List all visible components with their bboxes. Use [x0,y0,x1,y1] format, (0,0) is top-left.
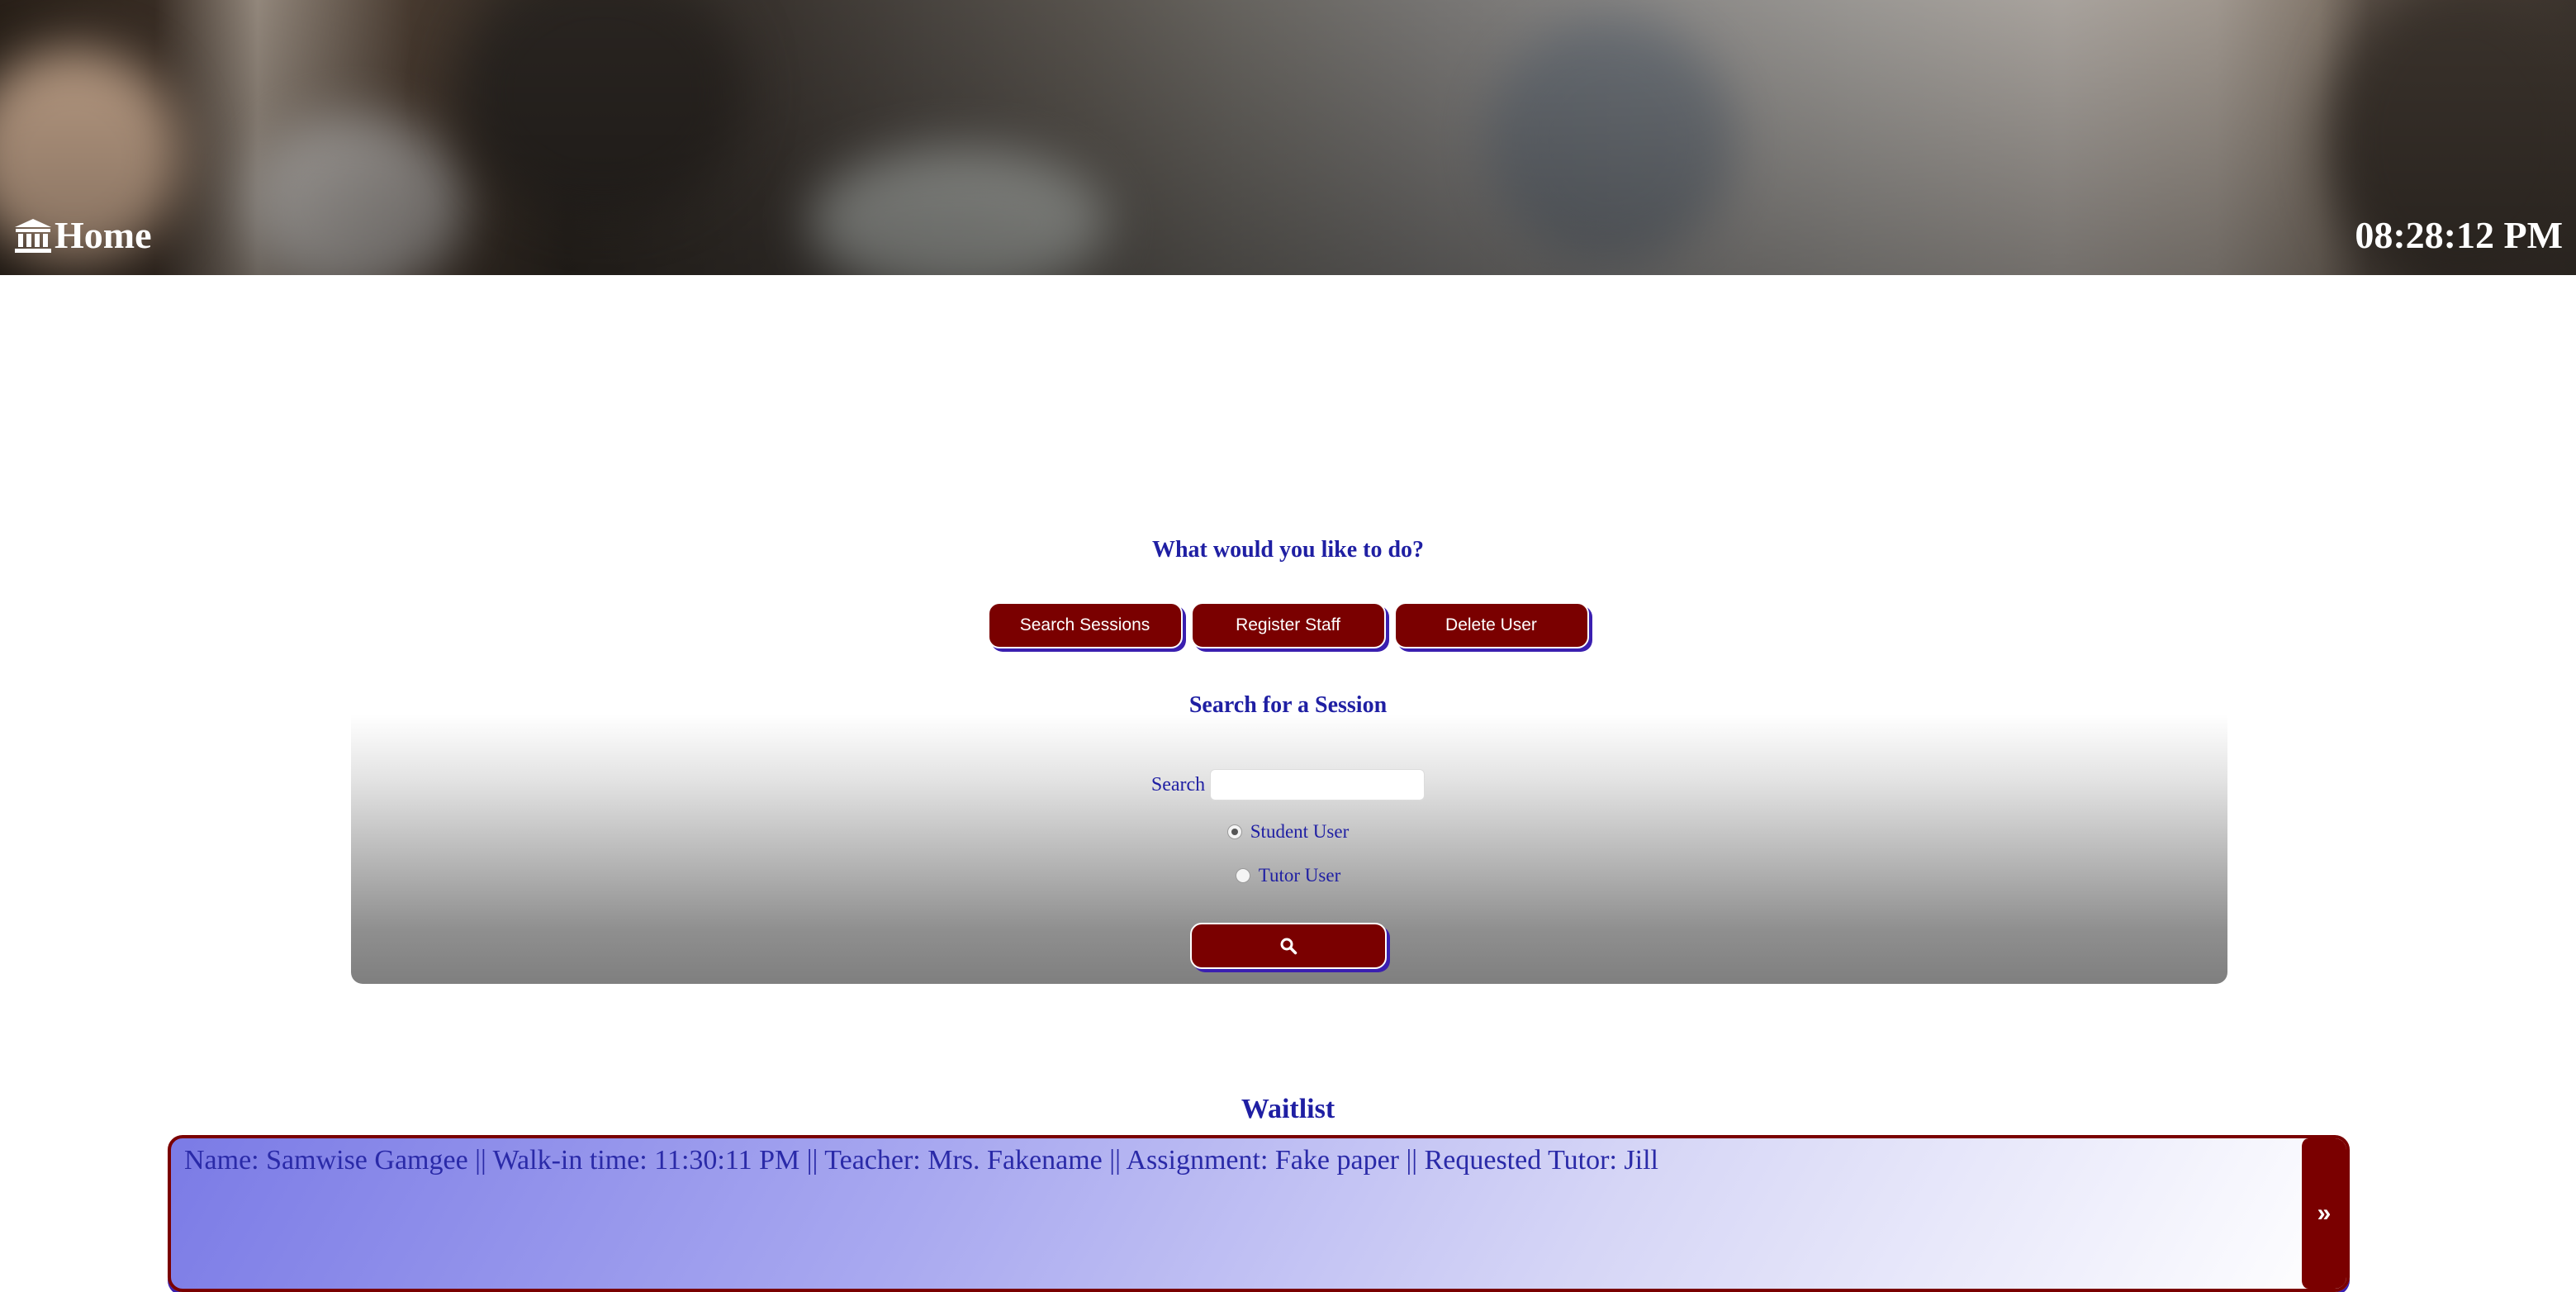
waitlist-entry[interactable]: Name: Samwise Gamgee || Walk-in time: 11… [168,1135,2350,1292]
register-staff-button[interactable]: Register Staff [1190,602,1386,648]
radio-student-user[interactable]: Student User [0,821,2576,843]
radio-tutor-user[interactable]: Tutor User [0,865,2576,886]
search-row: Search [0,769,2576,800]
search-input[interactable] [1210,769,1426,800]
banner-shade [0,0,2576,275]
home-link[interactable]: Home [13,213,152,257]
action-button-group: Search Sessions Register Staff Delete Us… [0,602,2576,648]
delete-user-button[interactable]: Delete User [1393,602,1589,648]
search-icon [1280,938,1297,955]
radio-label-student: Student User [1250,821,1350,842]
radio-button-tutor[interactable] [1235,868,1250,883]
search-panel-title: Search for a Session [1188,692,1388,718]
search-sessions-button[interactable]: Search Sessions [987,602,1183,648]
bank-icon [15,218,51,253]
home-label: Home [55,214,152,256]
radio-label-tutor: Tutor User [1258,865,1341,886]
header-banner: Home 08:28:12 PM [0,0,2576,275]
waitlist-title: Waitlist [1241,1094,1335,1124]
waitlist-entry-text: Name: Samwise Gamgee || Walk-in time: 11… [184,1145,1658,1176]
search-submit-button[interactable] [1190,923,1387,969]
action-prompt: What would you like to do? [1151,537,1425,563]
search-label: Search [1150,773,1206,796]
clock: 08:28:12 PM [2355,214,2563,256]
radio-button-student[interactable] [1226,824,1242,839]
waitlist-next-button[interactable]: » [2300,1138,2346,1289]
